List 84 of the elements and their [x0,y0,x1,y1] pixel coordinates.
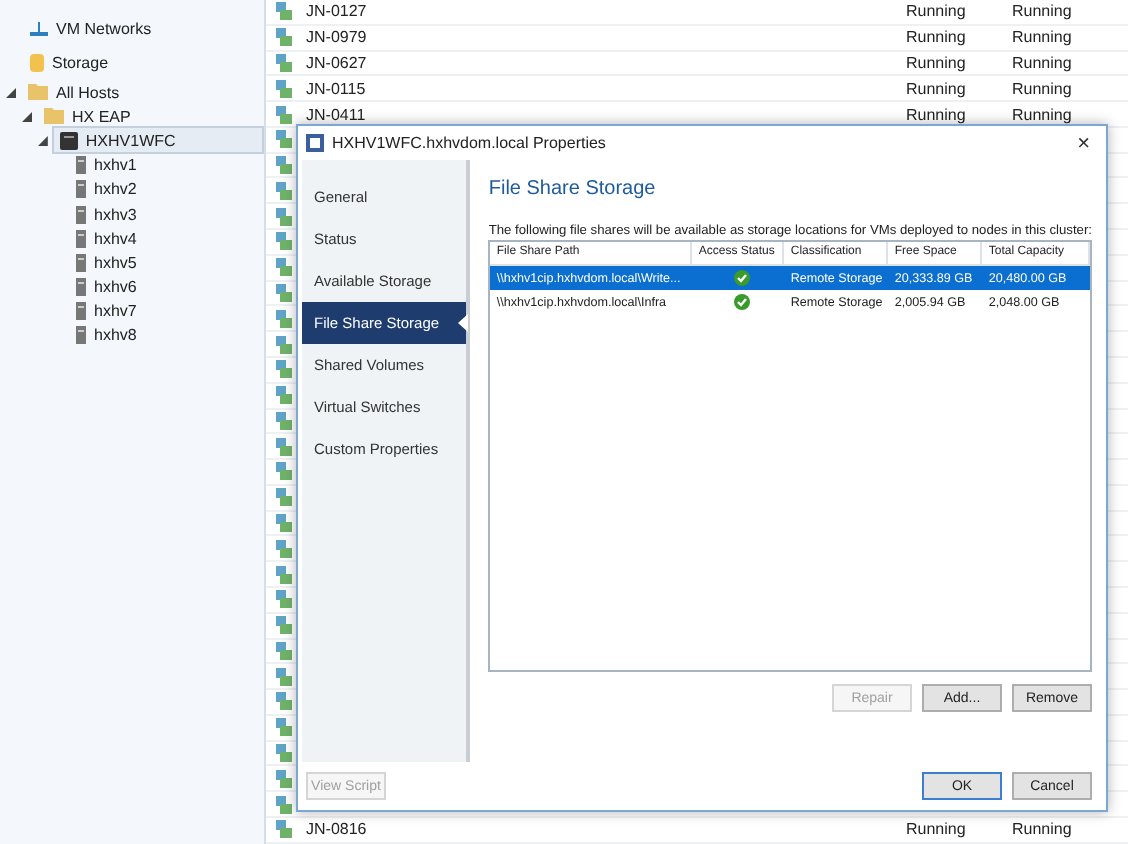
network-icon [30,21,48,37]
vm-icon [274,105,292,124]
vm-icon [274,795,292,814]
vm-icon [274,2,292,21]
server-icon [76,278,86,297]
server-icon [76,180,86,199]
vm-icon [274,616,292,635]
check-icon [733,270,750,286]
vm-icon [274,769,292,788]
tree-item[interactable]: hxhv5 [68,248,145,277]
vm-icon [274,28,292,47]
vm-icon [274,565,292,584]
status-text: Running [906,105,968,124]
status-text: Running [906,2,968,21]
vm-icon [274,692,292,711]
status-text: Running [1012,28,1074,47]
vm-icon [274,514,292,533]
status-text: Running [906,79,968,98]
server-icon [76,156,86,175]
tree-item[interactable]: hxhv2 [68,175,145,204]
vm-icon [274,667,292,686]
server-icon [76,205,86,224]
vm-name: JN-0979 [306,28,369,47]
server-icon [76,253,86,272]
vm-name: JN-0627 [306,53,369,72]
tree-item[interactable]: hxhv7 [68,297,145,326]
vm-icon [274,539,292,558]
status-text: Running [1012,2,1074,21]
status-text: Running [1012,105,1074,124]
server-icon [76,302,86,321]
tree-item[interactable]: hxhv8 [68,321,145,350]
vm-icon [274,181,292,200]
vm-icon [274,462,292,481]
tree-item[interactable]: hxhv1 [68,151,145,180]
vm-name: JN-0115 [306,79,368,98]
vm-icon [274,53,292,72]
cylinder-icon [30,54,44,72]
tree-item[interactable]: Storage [22,49,117,77]
vm-icon [274,641,292,660]
vm-icon [274,335,292,354]
server-icon [59,131,78,150]
vm-icon [274,309,292,328]
tree-item[interactable]: All Hosts [20,78,128,107]
tree-item[interactable]: HXHV1WFC [51,126,264,155]
status-text: Running [1012,820,1074,839]
vm-icon [274,386,292,405]
vm-icon [274,79,292,98]
vm-icon [274,360,292,379]
status-text: Running [1012,53,1074,72]
vm-icon [274,156,292,175]
expand-caret-icon[interactable] [22,111,32,122]
vm-name: JN-0127 [306,2,369,21]
vm-icon [274,437,292,456]
vm-icon [274,590,292,609]
tree-item[interactable]: hxhv4 [68,224,145,253]
vm-icon [274,744,292,763]
vm-icon [274,488,292,507]
vm-icon [274,718,292,737]
window-icon [306,134,324,152]
tree-item[interactable]: hxhv3 [68,200,145,229]
vm-name: JN-0816 [306,820,369,839]
vm-icon [274,207,292,226]
expand-caret-icon[interactable] [6,87,16,98]
server-icon [76,326,86,345]
vm-icon [274,130,292,149]
tree-item[interactable]: hxhv6 [68,273,145,302]
vm-icon [274,232,292,251]
vm-name: JN-0411 [306,105,368,124]
status-text: Running [906,820,968,839]
server-icon [76,229,86,248]
tree-item[interactable]: VM Networks [22,15,160,43]
vm-icon [274,820,292,839]
window-title: HXHV1WFC.hxhvdom.local Properties [332,134,606,152]
status-text: Running [1012,79,1074,98]
pointer-icon [458,314,469,332]
check-icon [733,294,750,310]
tree-item[interactable]: HX EAP [36,102,139,131]
vm-icon [274,411,292,430]
status-text: Running [906,53,968,72]
section-heading: File Share Storage [488,178,658,200]
close-button[interactable]: × [1069,131,1098,155]
status-text: Running [906,28,968,47]
vm-icon [274,283,292,302]
vm-icon [274,258,292,277]
